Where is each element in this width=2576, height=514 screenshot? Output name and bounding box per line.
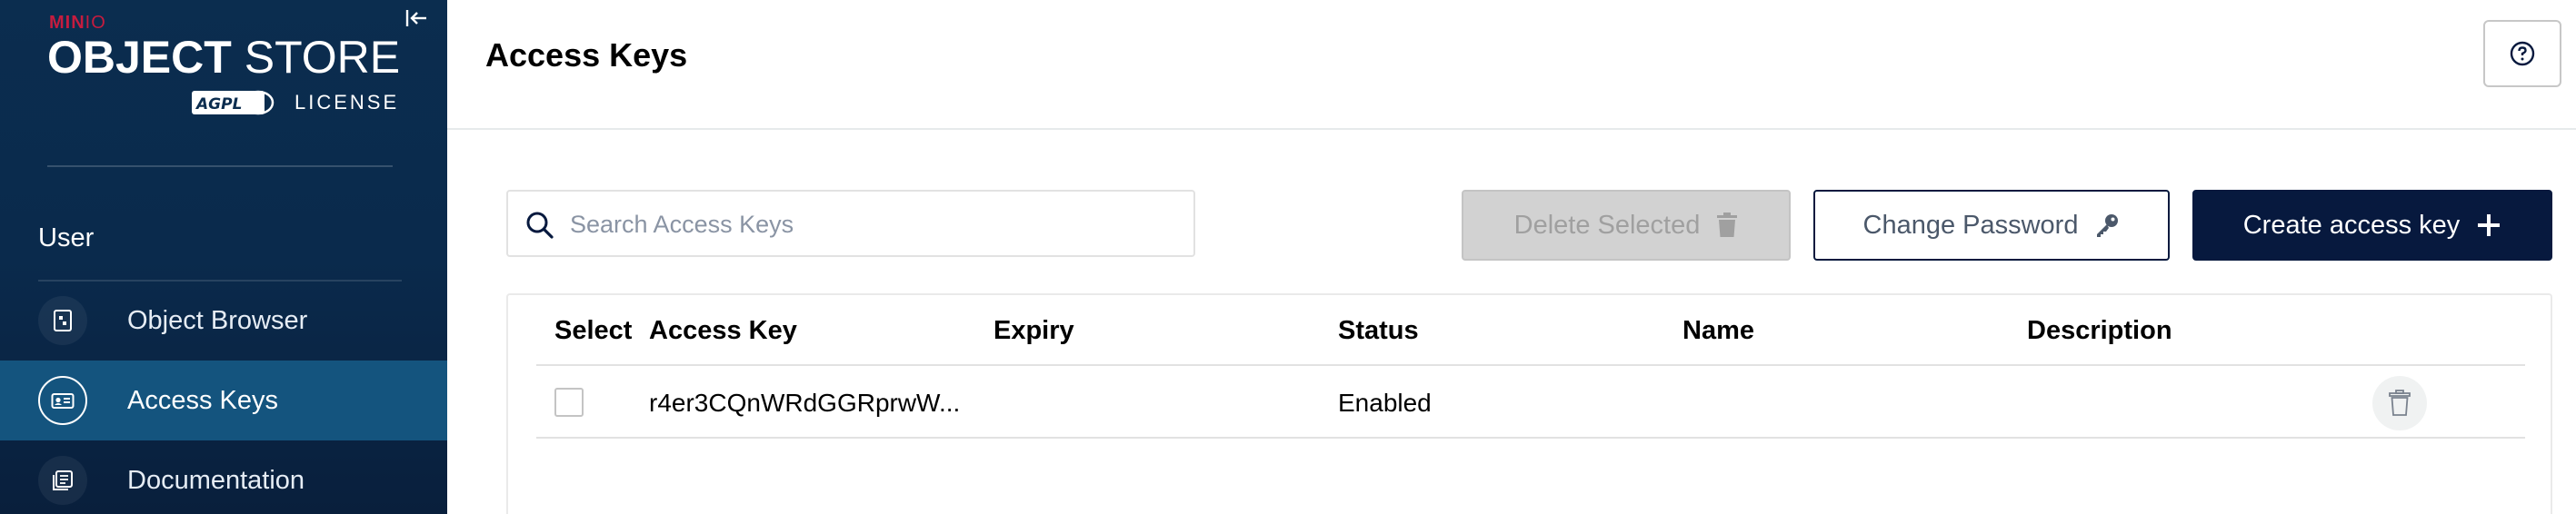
search-box (506, 190, 1195, 257)
documentation-icon-wrap (38, 456, 87, 505)
sidebar-section-user: User (38, 223, 95, 252)
delete-selected-label: Delete Selected (1513, 210, 1701, 240)
brand-min: MIN (49, 13, 85, 33)
sidebar-item-label: Access Keys (127, 385, 278, 415)
delete-selected-button[interactable]: Delete Selected (1462, 190, 1791, 261)
trash-icon (1717, 213, 1738, 237)
brand-wordmark: MINIO (49, 13, 106, 34)
plus-icon (2478, 214, 2501, 236)
sidebar-item-documentation[interactable]: Documentation (0, 440, 447, 514)
sidebar-divider (47, 165, 393, 167)
page-header: Access Keys (447, 0, 2576, 130)
row-select-checkbox[interactable] (554, 388, 584, 417)
sidebar: MINIO OBJECT STORE AGPL 3 LICENSE User O… (0, 0, 447, 514)
sidebar-item-label: Object Browser (127, 305, 308, 335)
column-header-name[interactable]: Name (1682, 316, 1754, 346)
agpl-badge-icon: AGPL 3 (192, 90, 275, 115)
sidebar-item-access-keys[interactable]: Access Keys (0, 361, 447, 440)
product-name: OBJECT STORE (47, 35, 400, 80)
change-password-button[interactable]: Change Password (1813, 190, 2170, 261)
cell-access-key: r4er3CQnWRdGGRprwW... (649, 389, 961, 417)
search-input[interactable] (570, 203, 1170, 246)
column-header-select: Select (554, 316, 633, 345)
bucket-icon (54, 310, 72, 331)
sidebar-item-label: Documentation (127, 465, 305, 495)
create-access-key-label: Create access key (2242, 210, 2461, 240)
column-header-expiry[interactable]: Expiry (993, 316, 1074, 346)
svg-text:3: 3 (253, 95, 263, 113)
id-card-icon-wrap (38, 376, 87, 425)
help-icon (2510, 41, 2535, 66)
key-icon (2097, 214, 2119, 237)
column-header-status[interactable]: Status (1338, 316, 1419, 346)
page-title: Access Keys (485, 36, 688, 74)
help-button[interactable] (2483, 20, 2561, 87)
cell-status: Enabled (1338, 389, 1432, 417)
column-header-access-key[interactable]: Access Key (649, 316, 797, 346)
create-access-key-button[interactable]: Create access key (2192, 190, 2552, 261)
product-name-light: STORE (244, 32, 401, 83)
documentation-icon (53, 470, 73, 490)
id-card-icon (51, 393, 75, 409)
product-name-bold: OBJECT (47, 32, 232, 83)
table-row-divider (536, 437, 2525, 439)
minio-logo: MINIO OBJECT STORE AGPL 3 LICENSE (47, 13, 411, 122)
change-password-label: Change Password (1862, 210, 2079, 240)
search-icon (526, 212, 554, 239)
sidebar-item-object-browser[interactable]: Object Browser (0, 281, 447, 361)
bucket-icon-wrap (38, 296, 87, 345)
table-header-divider (536, 364, 2525, 366)
column-header-description[interactable]: Description (2027, 316, 2172, 346)
svg-text:AGPL: AGPL (195, 95, 242, 114)
trash-outline-icon (2389, 390, 2411, 416)
brand-io: IO (85, 13, 106, 33)
row-delete-button[interactable] (2372, 376, 2427, 430)
license-label: LICENSE (295, 91, 400, 114)
